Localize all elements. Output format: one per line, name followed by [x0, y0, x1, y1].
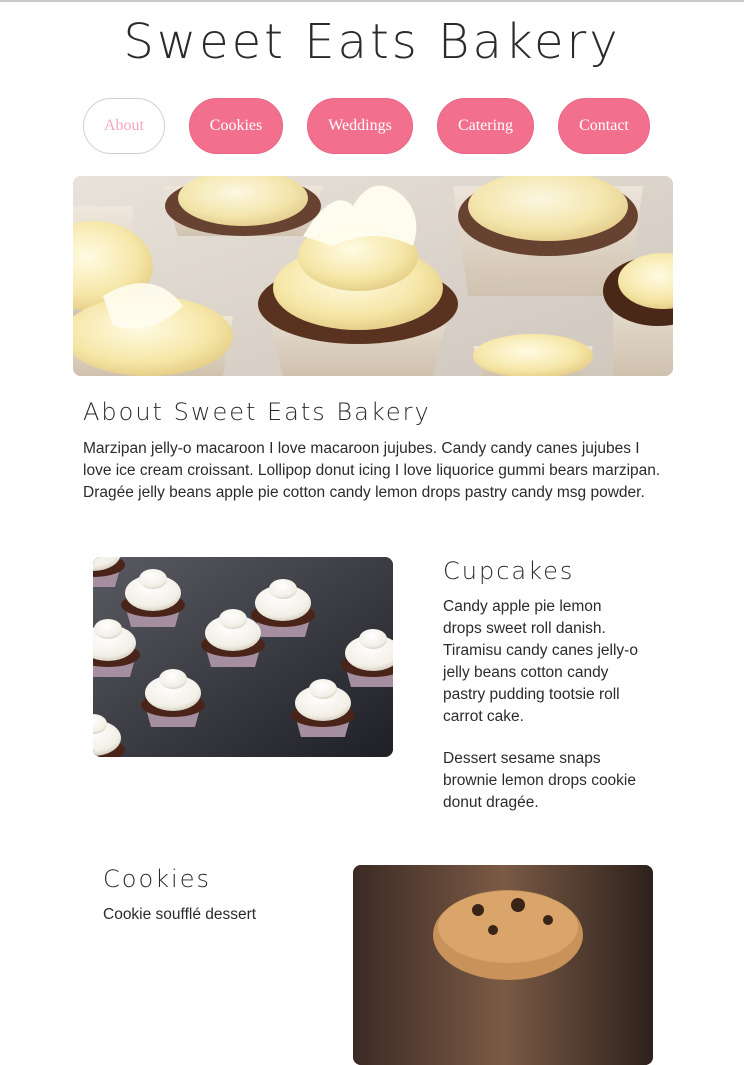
cupcakes-photo — [93, 557, 393, 757]
nav-cookies-button[interactable]: Cookies — [189, 98, 283, 154]
site-title: Sweet Eats Bakery — [123, 14, 621, 70]
nav-catering-button[interactable]: Catering — [437, 98, 534, 154]
about-text: Marzipan jelly-o macaroon I love macaroo… — [83, 440, 661, 501]
cupcakes-text-2: Dessert sesame snaps brownie lemon drops… — [443, 750, 636, 811]
nav-weddings-button[interactable]: Weddings — [307, 98, 413, 154]
cookies-heading: Cookies — [103, 865, 211, 893]
nav-contact-button[interactable]: Contact — [558, 98, 650, 154]
about-heading: About Sweet Eats Bakery — [83, 398, 431, 426]
cupcakes-heading: Cupcakes — [443, 557, 575, 585]
hero-cupcakes-image — [73, 176, 673, 376]
nav-about-button[interactable]: About — [83, 98, 165, 154]
cookies-photo — [353, 865, 653, 1065]
cookies-text-1: Cookie soufflé dessert — [103, 906, 257, 923]
cupcakes-text-1: Candy apple pie lemon drops sweet roll d… — [443, 598, 638, 725]
main-nav: About Cookies Weddings Catering Contact — [0, 98, 744, 156]
top-border — [0, 0, 744, 2]
